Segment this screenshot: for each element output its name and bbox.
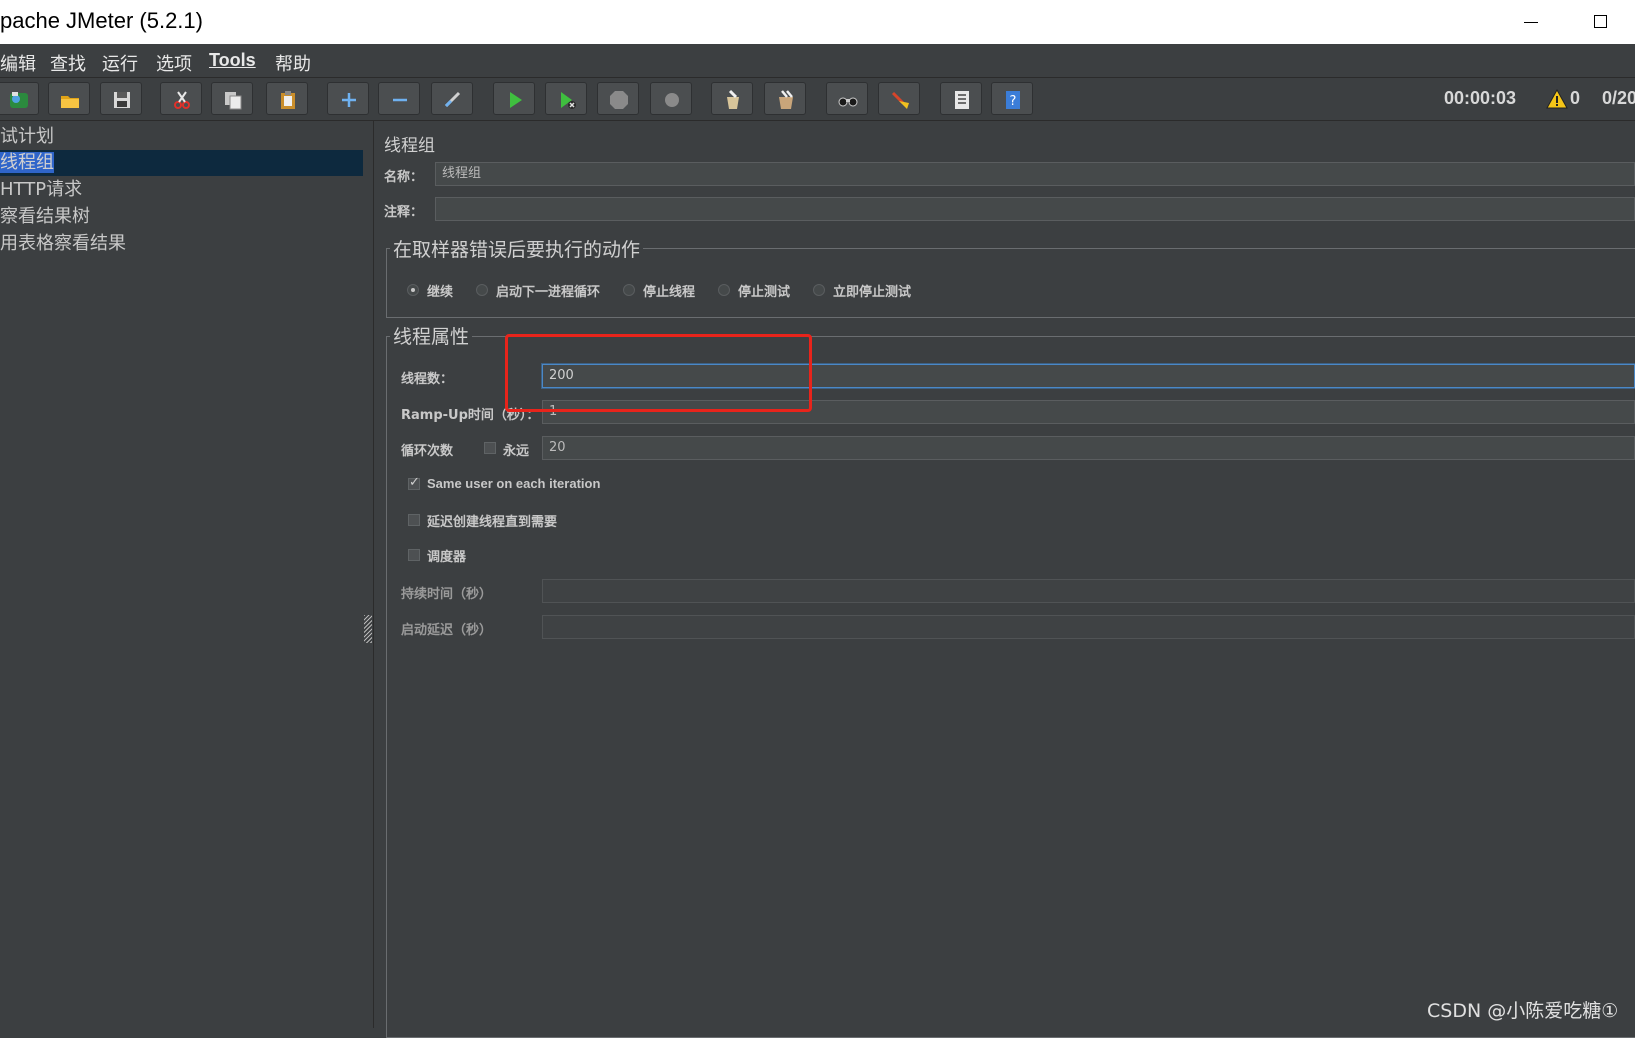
clear-icon <box>727 89 739 109</box>
svg-text:?: ? <box>1010 94 1017 109</box>
search-button[interactable] <box>826 82 868 115</box>
same-user-label: Same user on each iteration <box>427 476 601 491</box>
search-icon <box>838 97 858 107</box>
duration-field[interactable] <box>542 579 1635 603</box>
elapsed-timer: 00:00:03 <box>1444 88 1517 108</box>
radio-stop-thread-label: 停止线程 <box>643 285 696 300</box>
scheduler-checkbox[interactable] <box>408 549 420 561</box>
minimize-button[interactable] <box>1516 10 1546 34</box>
name-field[interactable]: 线程组 <box>435 162 1635 186</box>
clear-all-button[interactable] <box>764 82 806 115</box>
radio-stop-thread[interactable] <box>623 284 635 296</box>
tree-item-http-request[interactable]: HTTP请求 <box>0 177 82 203</box>
test-plan-tree: 试计划 线程组 HTTP请求 察看结果树 用表格察看结果 <box>0 121 364 1028</box>
clear-all-icon <box>779 90 793 109</box>
paste-icon <box>281 91 295 109</box>
expand-all-button[interactable] <box>327 82 369 115</box>
help-button[interactable]: ? <box>991 82 1033 115</box>
radio-stop-test[interactable] <box>718 284 730 296</box>
radio-start-next-loop-label: 启动下一进程循环 <box>496 285 601 300</box>
comment-field[interactable] <box>435 197 1635 221</box>
thread-count-label: 线程数： <box>401 372 454 387</box>
menu-options[interactable]: 选项 <box>156 50 192 76</box>
radio-stop-test-now-label: 立即停止测试 <box>833 285 912 300</box>
menu-bar: 编辑 查找 运行 选项 Tools 帮助 <box>0 44 1635 78</box>
forever-checkbox[interactable] <box>484 442 496 454</box>
stop-icon <box>610 91 628 109</box>
cut-icon <box>174 91 190 109</box>
startup-delay-label: 启动延迟（秒） <box>401 623 493 638</box>
function-helper-icon <box>955 91 969 109</box>
clear-button[interactable] <box>711 82 753 115</box>
maximize-button[interactable] <box>1586 10 1616 34</box>
window-title: pache JMeter (5.2.1) <box>0 8 203 33</box>
toggle-icon <box>444 91 461 108</box>
warning-count: 0 <box>1570 88 1581 108</box>
scheduler-label: 调度器 <box>427 550 467 565</box>
active-threads: 0/20 <box>1602 88 1635 108</box>
menu-help[interactable]: 帮助 <box>275 50 311 76</box>
loop-count-field[interactable]: 20 <box>542 436 1635 460</box>
panel-title: 线程组 <box>384 136 435 156</box>
pane-splitter[interactable] <box>363 121 374 1028</box>
tree-item-thread-group[interactable]: 线程组 <box>0 150 363 176</box>
paste-button[interactable] <box>266 82 308 115</box>
start-icon <box>510 92 522 108</box>
highlight-box <box>505 334 812 412</box>
cut-button[interactable] <box>160 82 202 115</box>
toggle-button[interactable] <box>431 82 473 115</box>
radio-stop-test-now[interactable] <box>813 284 825 296</box>
save-icon <box>114 92 130 108</box>
templates-icon <box>10 92 28 108</box>
menu-run[interactable]: 运行 <box>102 50 138 76</box>
loop-count-label: 循环次数 <box>401 444 454 459</box>
menu-edit[interactable]: 编辑 <box>0 50 36 76</box>
save-button[interactable] <box>100 82 142 115</box>
radio-stop-test-label: 停止测试 <box>738 285 791 300</box>
start-no-pauses-button[interactable] <box>545 82 587 115</box>
reset-search-button[interactable] <box>878 82 920 115</box>
forever-label: 永远 <box>503 444 530 459</box>
shutdown-icon <box>665 93 679 107</box>
shutdown-button[interactable] <box>650 82 692 115</box>
tree-item-test-plan[interactable]: 试计划 <box>0 124 54 150</box>
tree-item-view-results-table[interactable]: 用表格察看结果 <box>0 231 126 257</box>
duration-label: 持续时间（秒） <box>401 587 493 602</box>
reset-search-icon <box>891 91 909 109</box>
menu-tools[interactable]: Tools <box>209 50 256 71</box>
copy-icon <box>225 92 242 110</box>
radio-continue-label: 继续 <box>427 285 454 300</box>
copy-button[interactable] <box>211 82 253 115</box>
templates-button[interactable] <box>0 82 39 115</box>
sampler-error-legend: 在取样器错误后要执行的动作 <box>390 235 644 262</box>
collapse-all-button[interactable] <box>378 82 420 115</box>
same-user-checkbox[interactable] <box>408 475 420 490</box>
thread-properties-legend: 线程属性 <box>390 322 473 349</box>
expand-icon <box>342 93 356 107</box>
title-bar: pache JMeter (5.2.1) <box>0 0 1635 44</box>
menu-search[interactable]: 查找 <box>50 50 86 76</box>
start-button[interactable] <box>493 82 535 115</box>
radio-start-next-loop[interactable] <box>476 284 488 296</box>
comment-label: 注释： <box>384 205 424 220</box>
function-helper-button[interactable] <box>940 82 982 115</box>
radio-continue[interactable] <box>407 284 419 296</box>
collapse-icon <box>393 98 407 102</box>
open-button[interactable] <box>48 82 90 115</box>
start-no-pause-icon <box>561 92 576 109</box>
startup-delay-field[interactable] <box>542 615 1635 639</box>
tree-item-view-results-tree[interactable]: 察看结果树 <box>0 204 90 230</box>
watermark: CSDN @小陈爱吃糖① <box>1427 1000 1619 1022</box>
warning-icon[interactable] <box>1546 89 1568 109</box>
splitter-grip-icon[interactable] <box>364 615 372 643</box>
stop-button[interactable] <box>597 82 639 115</box>
delay-thread-label: 延迟创建线程直到需要 <box>427 515 558 530</box>
toolbar: ? 00:00:03 0 0/20 <box>0 78 1635 121</box>
thread-group-panel: 线程组 名称： 线程组 注释： 在取样器错误后要执行的动作 继续 启动下一进程循… <box>374 121 1635 1038</box>
open-icon <box>61 96 79 108</box>
delay-thread-checkbox[interactable] <box>408 514 420 526</box>
help-icon: ? <box>1006 91 1020 109</box>
name-label: 名称： <box>384 170 424 185</box>
